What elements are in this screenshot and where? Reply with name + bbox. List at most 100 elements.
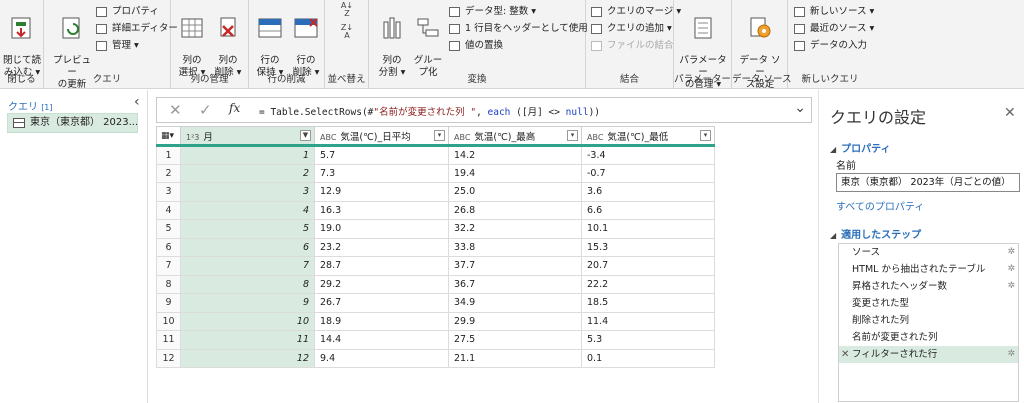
table-cell[interactable]: 5 xyxy=(180,219,315,239)
dropdown-icon[interactable]: ▾ xyxy=(434,130,445,141)
table-cell[interactable]: 33.8 xyxy=(448,237,582,257)
table-cell[interactable]: 12.9 xyxy=(314,182,449,202)
step-item[interactable]: 変更された型 xyxy=(839,295,1018,312)
table-cell[interactable]: 32.2 xyxy=(448,219,582,239)
query-name-field[interactable]: 東京（東京都） 2023年（月ごとの値） xyxy=(836,173,1020,192)
table-cell[interactable]: 23.2 xyxy=(314,237,449,257)
table-cell[interactable]: 22.2 xyxy=(581,274,715,294)
gear-icon[interactable]: ✲ xyxy=(1007,278,1015,295)
table-cell[interactable]: 10 xyxy=(180,311,315,331)
combine-files-button[interactable]: ファイルの結合 xyxy=(591,38,674,54)
table-menu-icon[interactable]: ▦▾ xyxy=(156,126,181,147)
column-header-avg[interactable]: ABC 気温(℃)_日平均 ▾ xyxy=(314,126,449,147)
step-item[interactable]: HTML から抽出されたテーブル ✲ xyxy=(839,261,1018,278)
row-number[interactable]: 3 xyxy=(156,182,181,202)
table-cell[interactable]: 2 xyxy=(180,163,315,183)
table-cell[interactable]: 0.1 xyxy=(581,348,715,368)
dropdown-icon[interactable]: ▾ xyxy=(567,130,578,141)
row-number[interactable]: 8 xyxy=(156,274,181,294)
formula-input[interactable]: = Table.SelectRows(#"名前が変更された列 ", each (… xyxy=(259,104,600,118)
table-cell[interactable]: 25.0 xyxy=(448,182,582,202)
row-number[interactable]: 7 xyxy=(156,256,181,276)
dropdown-icon[interactable]: ▾ xyxy=(700,130,711,141)
row-number[interactable]: 11 xyxy=(156,330,181,350)
merge-queries-button[interactable]: クエリのマージ ▾ xyxy=(591,4,681,20)
table-cell[interactable]: 7 xyxy=(180,256,315,276)
table-cell[interactable]: 10.1 xyxy=(581,219,715,239)
table-cell[interactable]: 15.3 xyxy=(581,237,715,257)
table-cell[interactable]: 7.3 xyxy=(314,163,449,183)
step-item[interactable]: 名前が変更された列 xyxy=(839,329,1018,346)
group-by-button[interactable]: グルー プ化 xyxy=(411,4,445,79)
delete-step-icon[interactable]: ✕ xyxy=(841,346,849,363)
table-cell[interactable]: 29.2 xyxy=(314,274,449,294)
table-cell[interactable]: 18.9 xyxy=(314,311,449,331)
table-cell[interactable]: 3 xyxy=(180,182,315,202)
fx-icon[interactable]: fx xyxy=(229,101,240,115)
cancel-icon[interactable]: ✕ xyxy=(169,101,182,119)
row-number[interactable]: 1 xyxy=(156,145,181,165)
table-cell[interactable]: 14.4 xyxy=(314,330,449,350)
use-first-row-header-button[interactable]: 1 行目をヘッダーとして使用 ▾ xyxy=(449,21,596,37)
properties-section[interactable]: ◢ プロパティ xyxy=(830,140,891,155)
step-item[interactable]: 昇格されたヘッダー数 ✲ xyxy=(839,278,1018,295)
column-header-max[interactable]: ABC 気温(℃)_最高 ▾ xyxy=(448,126,582,147)
gear-icon[interactable]: ✲ xyxy=(1007,244,1015,261)
table-cell[interactable]: 6.6 xyxy=(581,200,715,220)
row-number[interactable]: 9 xyxy=(156,293,181,313)
row-number[interactable]: 10 xyxy=(156,311,181,331)
remove-columns-button[interactable]: 列の 削除 ▾ xyxy=(211,4,245,79)
table-cell[interactable]: 4 xyxy=(180,200,315,220)
table-cell[interactable]: 16.3 xyxy=(314,200,449,220)
table-cell[interactable]: 8 xyxy=(180,274,315,294)
table-cell[interactable]: -0.7 xyxy=(581,163,715,183)
table-cell[interactable]: 11.4 xyxy=(581,311,715,331)
split-column-button[interactable]: 列の 分割 ▾ xyxy=(375,4,409,79)
datatype-dropdown[interactable]: データ型: 整数 ▾ xyxy=(449,4,536,20)
table-cell[interactable]: 1 xyxy=(180,145,315,165)
step-item[interactable]: 削除された列 xyxy=(839,312,1018,329)
gear-icon[interactable]: ✲ xyxy=(1007,346,1015,363)
table-cell[interactable]: 26.7 xyxy=(314,293,449,313)
column-header-min[interactable]: ABC 気温(℃)_最低 ▾ xyxy=(581,126,715,147)
table-cell[interactable]: 37.7 xyxy=(448,256,582,276)
collapse-pane-icon[interactable]: ‹ xyxy=(134,94,140,110)
table-cell[interactable]: -3.4 xyxy=(581,145,715,165)
expand-formula-icon[interactable]: ⌄ xyxy=(794,100,806,116)
table-cell[interactable]: 27.5 xyxy=(448,330,582,350)
table-cell[interactable]: 3.6 xyxy=(581,182,715,202)
table-cell[interactable]: 34.9 xyxy=(448,293,582,313)
table-cell[interactable]: 9.4 xyxy=(314,348,449,368)
recent-sources-button[interactable]: 最近のソース ▾ xyxy=(794,21,874,37)
applied-steps-section[interactable]: ◢ 適用したステップ xyxy=(830,226,921,241)
table-cell[interactable]: 29.9 xyxy=(448,311,582,331)
choose-columns-button[interactable]: 列の 選択 ▾ xyxy=(175,4,209,79)
table-cell[interactable]: 26.8 xyxy=(448,200,582,220)
replace-values-button[interactable]: 値の置換 xyxy=(449,38,503,54)
enter-data-button[interactable]: データの入力 xyxy=(794,38,867,54)
table-cell[interactable]: 18.5 xyxy=(581,293,715,313)
table-cell[interactable]: 6 xyxy=(180,237,315,257)
sort-descending-button[interactable]: Z↓ A xyxy=(337,24,357,45)
advanced-editor-button[interactable]: 詳細エディター xyxy=(96,21,178,37)
table-cell[interactable]: 36.7 xyxy=(448,274,582,294)
table-cell[interactable]: 19.4 xyxy=(448,163,582,183)
append-queries-button[interactable]: クエリの追加 ▾ xyxy=(591,21,672,37)
remove-rows-button[interactable]: 行の 削除 ▾ xyxy=(289,4,323,79)
table-cell[interactable]: 9 xyxy=(180,293,315,313)
column-header-month[interactable]: 1²3 月 ▼ xyxy=(180,126,315,147)
table-cell[interactable]: 5.7 xyxy=(314,145,449,165)
close-icon[interactable]: ✕ xyxy=(1004,105,1016,121)
manage-button[interactable]: 管理 ▾ xyxy=(96,38,139,54)
table-cell[interactable]: 5.3 xyxy=(581,330,715,350)
table-cell[interactable]: 20.7 xyxy=(581,256,715,276)
sort-ascending-button[interactable]: A↓ Z xyxy=(337,2,357,23)
table-cell[interactable]: 28.7 xyxy=(314,256,449,276)
table-cell[interactable]: 12 xyxy=(180,348,315,368)
step-item-active[interactable]: ✕ フィルターされた行 ✲ xyxy=(839,346,1018,363)
keep-rows-button[interactable]: 行の 保持 ▾ xyxy=(253,4,287,79)
row-number[interactable]: 2 xyxy=(156,163,181,183)
all-properties-link[interactable]: すべてのプロパティ xyxy=(836,198,924,213)
row-number[interactable]: 4 xyxy=(156,200,181,220)
row-number[interactable]: 5 xyxy=(156,219,181,239)
